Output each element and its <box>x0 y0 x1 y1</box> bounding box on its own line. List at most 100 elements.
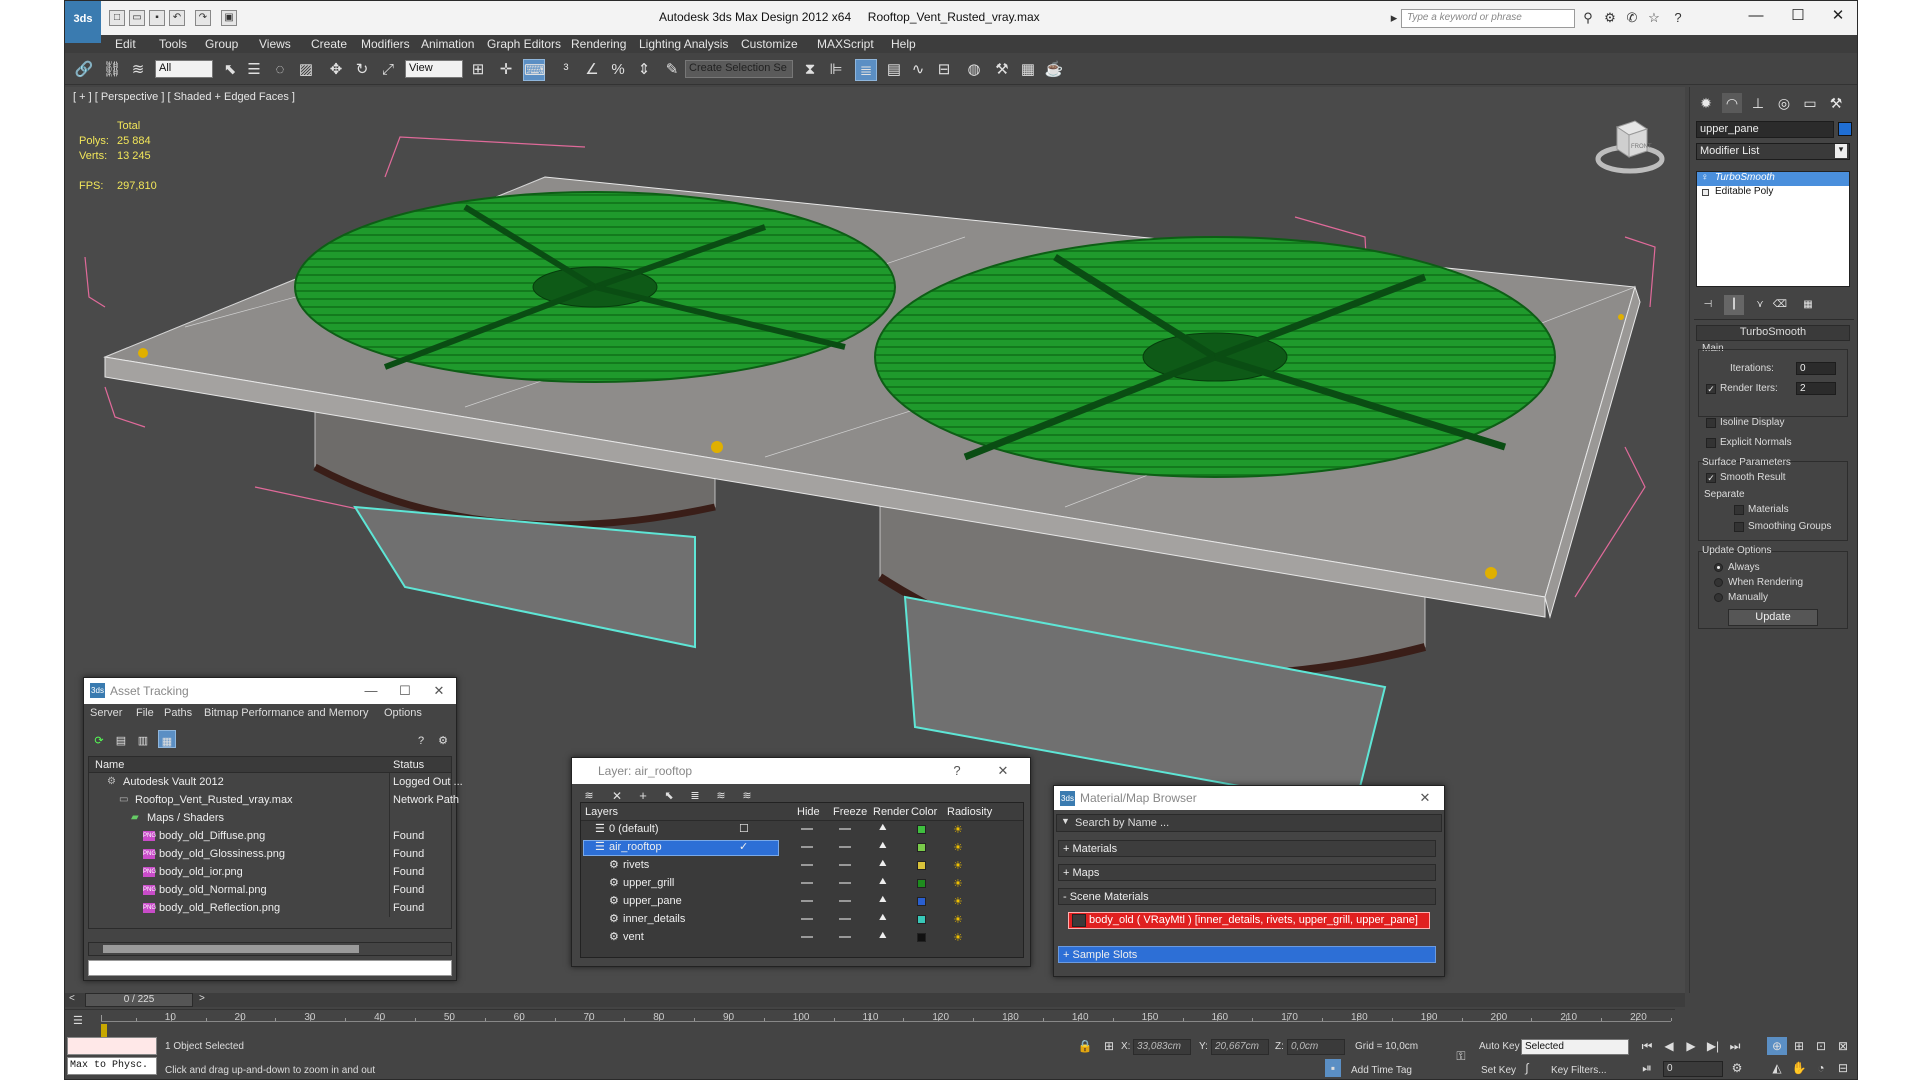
update-manually-radio[interactable] <box>1714 593 1723 602</box>
freeze-toggle[interactable] <box>839 936 851 938</box>
refresh-icon[interactable]: ⟳ <box>90 730 108 748</box>
help-icon[interactable]: ? <box>412 730 430 748</box>
layer-color-swatch[interactable] <box>917 933 926 942</box>
radiosity-icon[interactable]: ☀ <box>953 931 963 944</box>
zoom-extents-all-icon[interactable]: ⊠ <box>1833 1037 1853 1055</box>
mini-curve-editor-icon[interactable]: ☰ <box>73 1014 91 1030</box>
menu-lighting-analysis[interactable]: Lighting Analysis <box>639 37 728 51</box>
horizontal-scrollbar[interactable] <box>88 942 452 956</box>
x-coordinate[interactable]: 33,083cm <box>1133 1039 1191 1055</box>
time-tag-icon[interactable]: ▪ <box>1325 1059 1341 1077</box>
layer-row[interactable]: ⚙ vent ⛰ ☀ <box>581 929 1023 947</box>
menu-modifiers[interactable]: Modifiers <box>361 37 410 51</box>
render-iters-spinner[interactable]: 2 <box>1796 382 1836 395</box>
render-iters-checkbox[interactable]: ✓ <box>1706 384 1716 394</box>
freeze-all-icon[interactable]: ≋ <box>738 785 756 803</box>
subscription-icon[interactable]: ⚙ <box>1601 9 1619 27</box>
settings-icon[interactable]: ⚙ <box>434 730 452 748</box>
radiosity-icon[interactable]: ☀ <box>953 913 963 926</box>
make-unique-icon[interactable]: ⋎ <box>1750 295 1770 315</box>
col-color-header[interactable]: Color <box>911 806 937 818</box>
asset-row[interactable]: PNG body_old_ior.png Found <box>89 863 451 881</box>
freeze-toggle[interactable] <box>839 846 851 848</box>
help-icon[interactable]: ? <box>1669 9 1687 27</box>
play-icon[interactable]: ▶ <box>1681 1037 1701 1055</box>
render-teapot-icon[interactable]: ⛰ <box>879 930 887 941</box>
app-logo-button[interactable]: 3ds <box>65 1 101 43</box>
asset-row[interactable]: ▰ Maps / Shaders <box>89 809 451 827</box>
asset-row[interactable]: PNG body_old_Reflection.png Found <box>89 899 451 917</box>
at-menu-options[interactable]: Options <box>384 707 422 719</box>
object-name-field[interactable]: upper_pane <box>1696 121 1834 138</box>
at-menu-server[interactable]: Server <box>90 707 122 719</box>
next-frame-icon[interactable]: ▶| <box>1703 1037 1723 1055</box>
pivot-center-icon[interactable]: ⊞ <box>467 59 489 81</box>
menu-customize[interactable]: Customize <box>741 37 798 51</box>
menu-edit[interactable]: Edit <box>115 37 136 51</box>
table-view-icon[interactable]: ▥ <box>134 730 152 748</box>
favorites-star-icon[interactable]: ☆ <box>1645 9 1663 27</box>
time-slider-thumb[interactable]: 0 / 225 <box>85 993 193 1007</box>
select-by-name-icon[interactable]: ☰ <box>243 59 265 81</box>
track-bar[interactable]: ☰ 10 20 30 40 50 60 70 80 90 100 110 120 130 140 150 16… <box>65 1009 1675 1038</box>
select-scale-icon[interactable]: ⤢ <box>377 59 399 81</box>
hide-toggle[interactable] <box>801 936 813 938</box>
radiosity-icon[interactable]: ☀ <box>953 859 963 872</box>
time-next-icon[interactable]: > <box>199 993 205 1004</box>
zoom-extents-icon[interactable]: ⊡ <box>1811 1037 1831 1055</box>
material-search-input[interactable]: ▼ Search by Name ... <box>1056 814 1442 832</box>
current-layer-check-icon[interactable]: ✓ <box>739 840 748 853</box>
scene-materials-rollout[interactable]: - Scene Materials <box>1058 888 1436 905</box>
go-to-start-icon[interactable]: ⏮ <box>1637 1037 1657 1055</box>
infocenter-search-input[interactable]: Type a keyword or phrase <box>1401 9 1575 28</box>
object-color-swatch[interactable] <box>1838 122 1852 136</box>
update-always-radio[interactable] <box>1714 563 1723 572</box>
stack-item-turbosmooth[interactable]: ♀ TurboSmooth <box>1697 172 1849 186</box>
set-key-button[interactable]: Set Key <box>1481 1065 1516 1076</box>
align-icon[interactable]: ⊫ <box>825 59 847 81</box>
radiosity-icon[interactable]: ☀ <box>953 823 963 836</box>
material-editor-icon[interactable]: ◍ <box>963 59 985 81</box>
redo-icon[interactable]: ↷ <box>195 10 211 26</box>
asset-row[interactable]: PNG body_old_Normal.png Found <box>89 881 451 899</box>
named-selection-set-input[interactable]: Create Selection Se <box>685 60 793 78</box>
communication-icon[interactable]: ✆ <box>1623 9 1641 27</box>
unlink-icon[interactable]: ⛓ <box>101 59 123 81</box>
layer-color-swatch[interactable] <box>917 879 926 888</box>
save-file-icon[interactable]: ▪ <box>149 10 165 26</box>
radiosity-icon[interactable]: ☀ <box>953 841 963 854</box>
modify-tab-icon[interactable]: ◠ <box>1722 93 1742 113</box>
z-coordinate[interactable]: 0,0cm <box>1287 1039 1345 1055</box>
hierarchy-tab-icon[interactable]: ⊥ <box>1748 93 1768 113</box>
col-status-header[interactable]: Status <box>393 759 424 771</box>
separate-smoothing-groups-checkbox[interactable] <box>1734 522 1744 532</box>
select-rotate-icon[interactable]: ↻ <box>351 59 373 81</box>
binoculars-icon[interactable]: ⚲ <box>1579 9 1597 27</box>
asset-path-field[interactable] <box>88 960 452 976</box>
render-teapot-icon[interactable]: ⛰ <box>879 858 887 869</box>
render-setup-icon[interactable]: ⚒ <box>991 59 1013 81</box>
col-freeze-header[interactable]: Freeze <box>833 806 867 818</box>
layer-color-swatch[interactable] <box>917 825 926 834</box>
render-production-icon[interactable]: ☕ <box>1043 59 1065 81</box>
col-layers-header[interactable]: Layers <box>585 806 618 818</box>
layer-manager-icon[interactable]: ≣ <box>855 59 877 81</box>
zoom-icon[interactable]: ⊕ <box>1767 1037 1787 1055</box>
maps-rollout[interactable]: + Maps <box>1058 864 1436 881</box>
previous-frame-icon[interactable]: ◀ <box>1659 1037 1679 1055</box>
layer-row[interactable]: ☰ air_rooftop ✓ ⛰ ☀ <box>581 839 1023 857</box>
update-when-rendering-radio[interactable] <box>1714 578 1723 587</box>
maximize-icon[interactable]: ☐ <box>390 681 420 701</box>
menu-group[interactable]: Group <box>205 37 238 51</box>
pan-view-icon[interactable]: ✋ <box>1789 1059 1809 1077</box>
iterations-spinner[interactable]: 0 <box>1796 362 1836 375</box>
select-move-icon[interactable]: ✥ <box>325 59 347 81</box>
spinner-snap-icon[interactable]: ⇕ <box>633 59 655 81</box>
maximize-viewport-icon[interactable]: ⊟ <box>1833 1059 1853 1077</box>
auto-key-button[interactable]: Auto Key <box>1479 1041 1520 1052</box>
selection-filter-select[interactable]: All <box>155 60 213 78</box>
field-of-view-icon[interactable]: ◭ <box>1767 1059 1787 1077</box>
freeze-toggle[interactable] <box>839 900 851 902</box>
select-object-icon[interactable]: ⬉ <box>219 59 241 81</box>
show-end-result-icon[interactable]: ┃ <box>1724 295 1744 315</box>
